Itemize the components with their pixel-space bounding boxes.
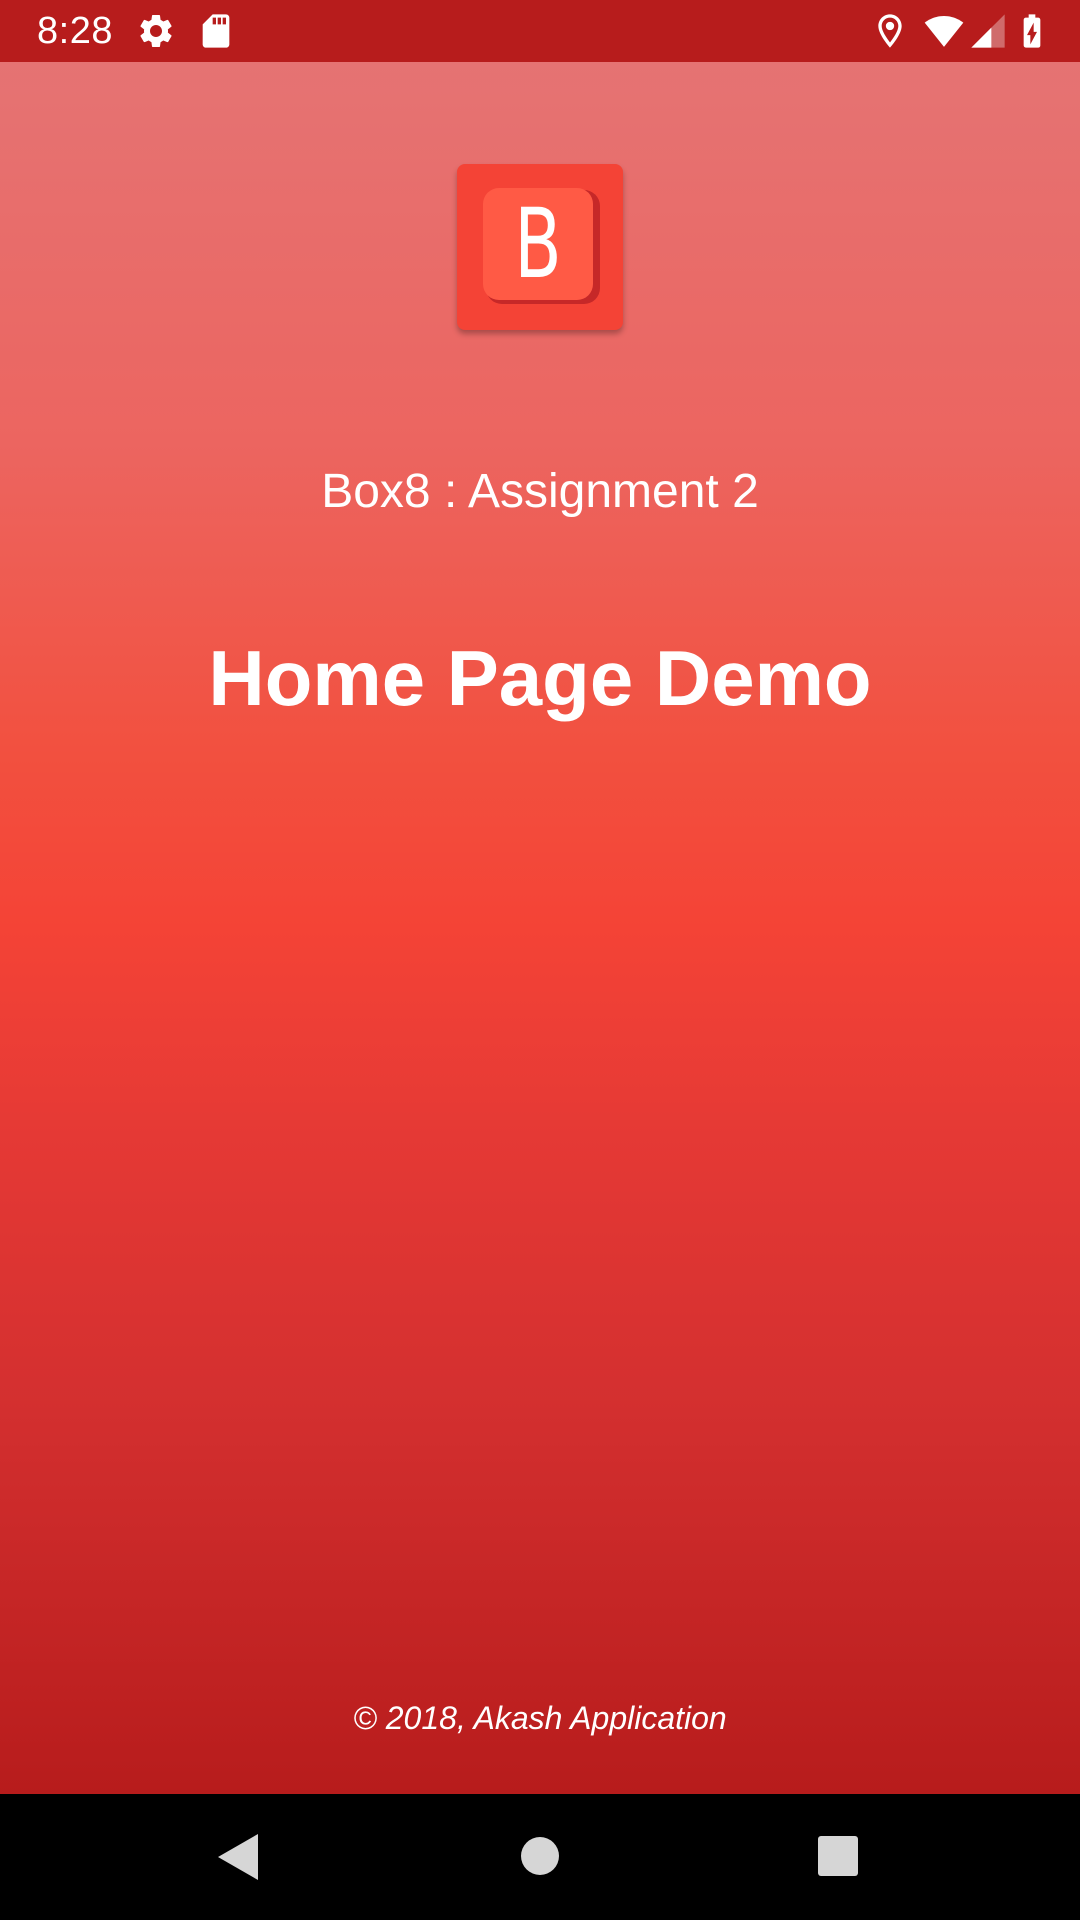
app-screen: 8:28 B Box8 : Assignment 2 Home Page Dem… — [0, 0, 1080, 1920]
battery-charging-icon — [1023, 14, 1041, 48]
app-logo: B — [457, 164, 623, 330]
location-pin-icon — [878, 14, 902, 48]
wifi-icon — [924, 16, 964, 47]
navigation-bar — [0, 1794, 1080, 1920]
home-content: B Box8 : Assignment 2 Home Page Demo © 2… — [0, 62, 1080, 1794]
home-icon[interactable] — [521, 1837, 559, 1875]
cell-signal-icon — [971, 14, 1005, 48]
back-icon[interactable] — [218, 1834, 258, 1880]
copyright-footer: © 2018, Akash Application — [353, 1700, 727, 1736]
status-bar: 8:28 — [0, 0, 1080, 62]
assignment-subtitle: Box8 : Assignment 2 — [321, 465, 759, 518]
logo-letter: B — [514, 188, 562, 300]
status-time: 8:28 — [37, 10, 113, 52]
sd-card-icon — [202, 14, 230, 48]
recents-icon[interactable] — [818, 1836, 858, 1876]
page-title: Home Page Demo — [208, 634, 872, 722]
gear-icon — [140, 14, 172, 47]
